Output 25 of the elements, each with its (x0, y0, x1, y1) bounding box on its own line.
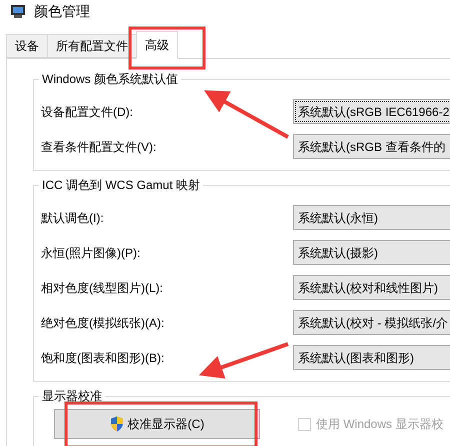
field-label: 相对色度(线型图片)(L): (41, 280, 164, 296)
dropdown[interactable]: 系统默认(sRGB 查看条件的 (293, 134, 450, 159)
dropdown[interactable]: 系统默认(校对和线性图片) (293, 275, 450, 300)
group-title: Windows 颜色系统默认值 (39, 70, 182, 88)
tab[interactable]: 设备 (6, 34, 48, 58)
shield-icon (110, 416, 124, 432)
dropdown[interactable]: 系统默认(永恒) (293, 205, 450, 230)
field-label: 查看条件配置文件(V): (41, 138, 158, 156)
tab[interactable]: 所有配置文件 (47, 34, 137, 58)
field-label: 绝对色度(模拟纸张)(A): (41, 314, 166, 332)
field-label: 永恒(照片图像)(P): (41, 244, 142, 262)
dropdown[interactable]: 系统默认(校对 - 模拟纸张/介 (293, 310, 450, 335)
field-label: 设备配置文件(D): (41, 104, 134, 120)
checkbox-label: 使用 Windows 显示器校 (316, 416, 444, 433)
dropdown[interactable]: 系统默认(摄影) (293, 240, 450, 265)
calibrate-button[interactable]: 校准显示器(C) (54, 409, 260, 439)
group-title: 显示器校准 (39, 387, 105, 405)
monitor-icon (10, 4, 26, 18)
tab[interactable]: 高级 (136, 31, 178, 59)
field-label: 饱和度(图表和图形)(B): (41, 350, 166, 366)
field-label: 默认调色(I): (41, 210, 105, 226)
dropdown[interactable]: 系统默认(图表和图形) (293, 345, 450, 370)
dropdown[interactable]: 系统默认(sRGB IEC61966-2 (293, 99, 450, 124)
group-title: ICC 调色到 WCS Gamut 映射 (39, 176, 204, 194)
window-title: 颜色管理 (34, 2, 90, 20)
